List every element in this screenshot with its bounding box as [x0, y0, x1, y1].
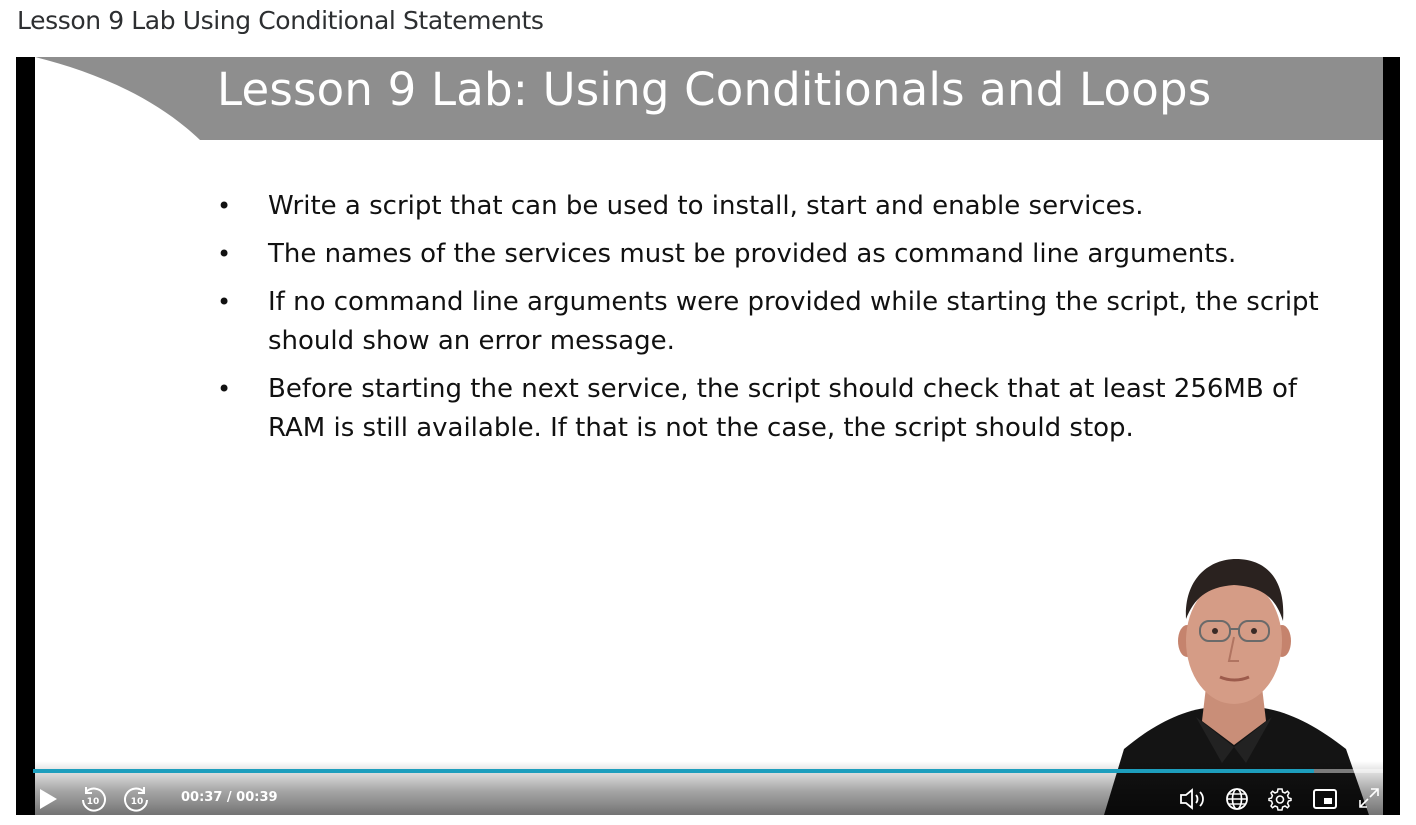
video-frame: Lesson 9 Lab: Using Conditionals and Loo… [35, 57, 1383, 815]
list-item: • The names of the services must be provi… [215, 235, 1325, 274]
forward-10-label: 10 [131, 797, 144, 807]
rewind-10-button[interactable]: 10 [78, 785, 108, 815]
bullet-text: The names of the services must be provid… [268, 239, 1237, 269]
picture-in-picture-icon [1313, 789, 1337, 809]
forward-10-button[interactable]: 10 [122, 785, 152, 815]
progress-bar-fill [33, 769, 1315, 773]
progress-bar[interactable] [33, 769, 1383, 773]
globe-icon [1226, 788, 1248, 810]
volume-icon [1180, 788, 1204, 810]
bullet-marker: • [217, 192, 232, 220]
bullet-text: Write a script that can be used to insta… [268, 191, 1144, 221]
fullscreen-button[interactable] [1354, 783, 1384, 813]
rewind-10-label: 10 [87, 797, 100, 807]
time-display: 00:37 / 00:39 [181, 790, 278, 805]
page-title: Lesson 9 Lab Using Conditional Statement… [17, 6, 544, 35]
expand-icon [1359, 788, 1379, 808]
bullet-marker: • [217, 240, 232, 268]
player-control-bar: 10 10 00:37 / 00:39 [16, 761, 1400, 815]
play-icon [40, 789, 57, 809]
bullet-marker: • [217, 288, 232, 316]
settings-button[interactable] [1265, 785, 1295, 813]
play-button[interactable] [34, 785, 62, 813]
bullet-marker: • [217, 375, 232, 403]
video-player[interactable]: Lesson 9 Lab: Using Conditionals and Loo… [16, 57, 1400, 815]
gear-icon [1268, 788, 1292, 811]
list-item: • If no command line arguments were provi… [215, 283, 1325, 361]
list-item: • Write a script that can be used to inst… [215, 187, 1325, 226]
bullet-text: If no command line arguments were provid… [268, 287, 1319, 356]
picture-in-picture-button[interactable] [1310, 785, 1340, 813]
slide-title: Lesson 9 Lab: Using Conditionals and Loo… [217, 63, 1212, 116]
captions-language-button[interactable] [1222, 785, 1252, 813]
volume-button[interactable] [1176, 785, 1210, 813]
rewind-10-icon: 10 [82, 787, 106, 812]
forward-10-icon: 10 [124, 787, 148, 812]
bullet-text: Before starting the next service, the sc… [268, 374, 1298, 443]
slide-bullet-list: • Write a script that can be used to inst… [215, 187, 1325, 457]
list-item: • Before starting the next service, the s… [215, 370, 1325, 448]
